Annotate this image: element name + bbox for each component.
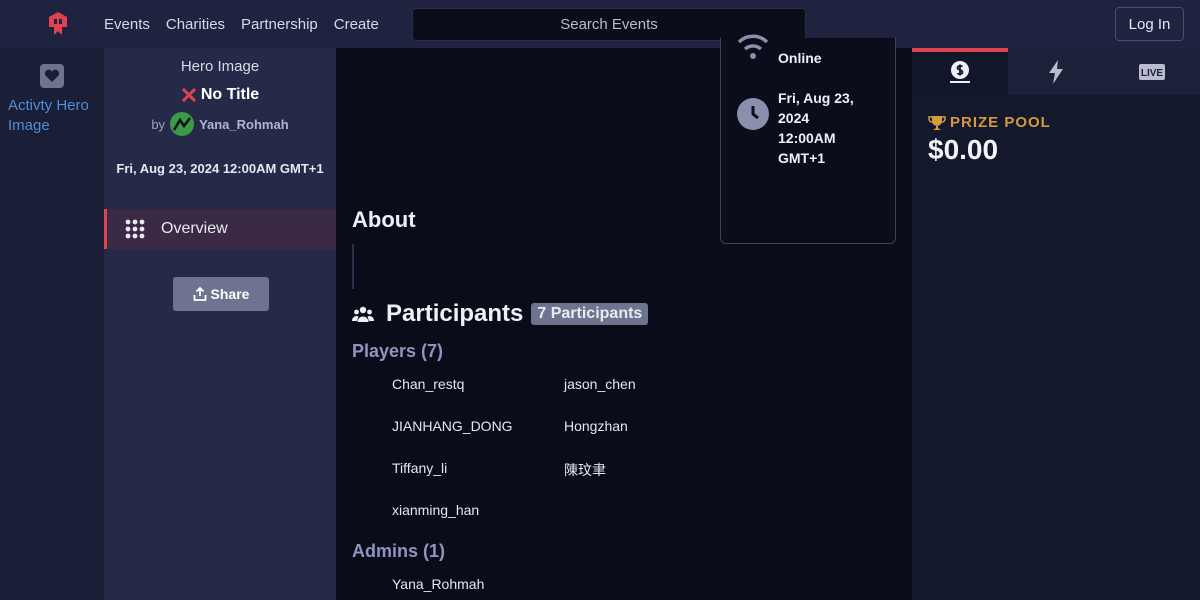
activity-image[interactable]: Activty Hero Image [8, 96, 104, 136]
participants-count-badge: 7 Participants [531, 303, 649, 325]
overview-label: Overview [161, 220, 228, 237]
live-icon: LIVE [1139, 63, 1165, 80]
nav-link-create[interactable]: Create [334, 16, 379, 33]
admin-name[interactable]: Yana_Rohmah [392, 576, 484, 592]
participants-heading: Participants [386, 300, 524, 327]
favorite-button[interactable] [40, 64, 64, 88]
login-button[interactable]: Log In [1115, 7, 1184, 41]
author-name[interactable]: Yana_Rohmah [199, 117, 289, 132]
prize-pool-value: $0.00 [928, 134, 999, 165]
about-divider [352, 244, 354, 289]
event-title: No Title [200, 86, 260, 103]
player-name[interactable]: Tiffany_li [392, 460, 447, 476]
share-label: Share [210, 286, 250, 302]
event-sidebar: Hero Image No Title by Yana_Rohmah Fri, … [104, 48, 336, 600]
tab-activity[interactable] [1008, 48, 1104, 95]
event-title-row: No Title [104, 86, 336, 104]
datetime-line: Fri, Aug 23, [778, 90, 854, 106]
event-date: Fri, Aug 23, 2024 12:00AM GMT+1 [116, 161, 324, 176]
top-nav: Events Charities Partnership Create Log … [0, 0, 1200, 48]
players-heading: Players (7) [352, 341, 444, 361]
money-icon [950, 60, 970, 83]
participants-header: Participants 7 Participants [352, 300, 649, 328]
event-datetime: Fri, Aug 23, 2024 12:00AM GMT+1 [778, 88, 888, 168]
left-rail: Activty Hero Image [0, 48, 104, 600]
nav-link-charities[interactable]: Charities [166, 16, 225, 33]
nav-overview[interactable]: Overview [104, 209, 336, 249]
player-name[interactable]: 陳玟聿 [564, 460, 606, 480]
main-content: Online Fri, Aug 23, 2024 12:00AM GMT+1 A… [336, 34, 912, 600]
datetime-line: 12:00AM [778, 130, 836, 146]
datetime-line: GMT+1 [778, 150, 826, 166]
nav-link-events[interactable]: Events [104, 16, 150, 33]
avatar[interactable] [170, 112, 195, 136]
player-name[interactable]: jason_chen [564, 376, 636, 392]
datetime-line: 2024 [778, 110, 810, 126]
player-name[interactable]: Hongzhan [564, 418, 628, 434]
clock-icon [737, 98, 769, 130]
tab-prize[interactable] [912, 48, 1008, 95]
right-panel: LIVE PRIZE POOL $0.00 [912, 48, 1200, 600]
player-name[interactable]: JIANHANG_DONG [392, 418, 513, 434]
by-label: by [151, 116, 166, 132]
hero-image: Hero Image [180, 58, 260, 75]
grid-icon [125, 219, 145, 239]
admins-heading: Admins (1) [352, 541, 446, 561]
about-heading: About [352, 207, 416, 232]
trophy-icon [928, 115, 946, 130]
share-icon [193, 287, 206, 301]
prize-pool-label: PRIZE POOL [950, 114, 1051, 131]
nav-link-partnership[interactable]: Partnership [241, 16, 318, 33]
users-icon [352, 306, 374, 322]
heart-icon [44, 69, 60, 82]
crossed-swords-icon [181, 88, 196, 102]
player-name[interactable]: xianming_han [392, 502, 479, 518]
tab-live[interactable]: LIVE [1104, 48, 1200, 95]
share-button[interactable]: Share [173, 277, 269, 311]
nav-links: Events Charities Partnership Create [104, 0, 379, 48]
prize-pool-label-row: PRIZE POOL [928, 114, 1051, 131]
logo-icon[interactable] [47, 11, 69, 37]
player-name[interactable]: Chan_restq [392, 376, 464, 392]
bolt-icon [1049, 59, 1063, 84]
event-info-box: Online Fri, Aug 23, 2024 12:00AM GMT+1 [720, 34, 896, 244]
panel-tabs: LIVE [912, 48, 1200, 95]
author-row: by Yana_Rohmah [104, 112, 336, 136]
event-location: Online [778, 50, 822, 66]
live-label: LIVE [1141, 68, 1164, 79]
wifi-icon [737, 34, 769, 59]
